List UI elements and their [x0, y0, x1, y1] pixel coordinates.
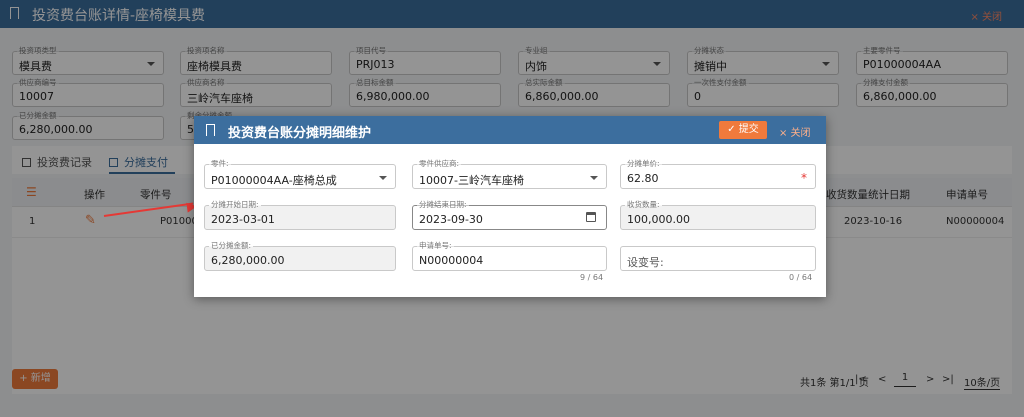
end-date-picker[interactable]: 分摊结束日期: 2023-09-30: [412, 200, 607, 230]
allocated-amount-field[interactable]: 已分摊金额: 6,280,000.00: [204, 241, 396, 271]
part-select[interactable]: 零件: P01000004AA-座椅总成: [204, 159, 396, 189]
apply-no-input[interactable]: 申请单号: N00000004: [412, 241, 607, 271]
bookmark-icon: [206, 124, 215, 136]
chevron-down-icon: [379, 176, 387, 180]
dialog-title: 投资费台账分摊明细维护: [228, 126, 372, 141]
dialog-close-button[interactable]: × 关闭: [779, 124, 811, 139]
receive-qty-field[interactable]: 收货数量: 100,000.00: [620, 200, 816, 230]
allocation-detail-dialog: 投资费台账分摊明细维护 ✓ 提交 × 关闭 零件: P01000004AA-座椅…: [194, 116, 826, 297]
calendar-icon[interactable]: [586, 212, 596, 222]
apply-no-counter: 9 / 64: [580, 273, 604, 282]
chevron-down-icon: [590, 176, 598, 180]
change-no-input[interactable]: 设变号:: [620, 246, 816, 271]
unit-price-input[interactable]: 分摊单价: 62.80 *: [620, 159, 816, 189]
required-mark: *: [801, 171, 807, 185]
part-supplier-select[interactable]: 零件供应商: 10007-三岭汽车座椅: [412, 159, 607, 189]
start-date-field[interactable]: 分摊开始日期: 2023-03-01: [204, 200, 396, 230]
change-no-counter: 0 / 64: [789, 273, 813, 282]
dialog-header: 投资费台账分摊明细维护 ✓ 提交 × 关闭: [194, 116, 826, 144]
submit-button[interactable]: ✓ 提交: [719, 121, 767, 139]
